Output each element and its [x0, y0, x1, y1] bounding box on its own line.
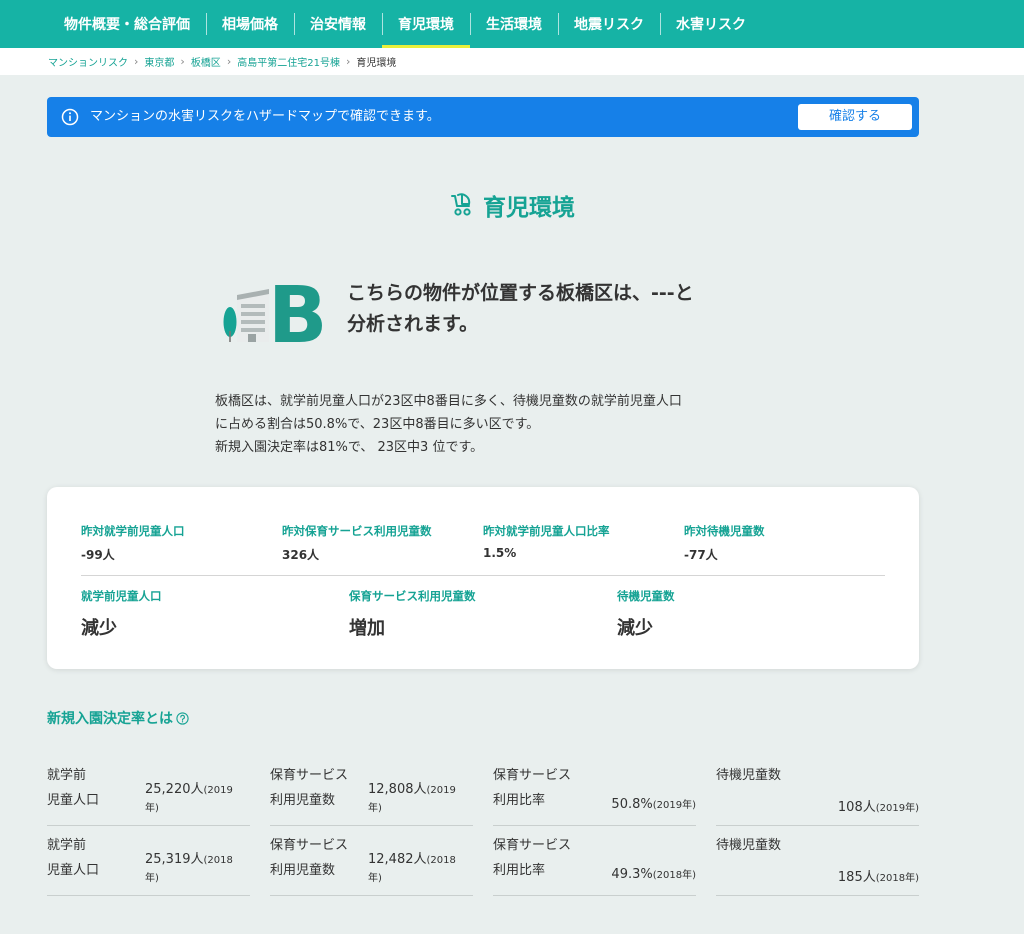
cell-label: 待機児童数 [716, 768, 782, 783]
cell-label: 待機児童数 [716, 838, 782, 853]
breadcrumb-current: 育児環境 [356, 58, 397, 69]
tab-childcare[interactable]: 育児環境 [382, 0, 470, 48]
breadcrumb-item[interactable]: 東京都 [144, 54, 174, 69]
flood-hazard-banner: マンションの水害リスクをハザードマップで確認できます。 確認する [47, 97, 919, 137]
stat-label: 昨対待機児童数 [684, 524, 765, 538]
question-circle-icon[interactable] [176, 711, 189, 725]
cell-label: 保育サービス 利用比率 [493, 838, 572, 878]
cell-value: 25,220人(2019 [145, 782, 233, 797]
stat-label: 昨対就学前児童人口 [81, 524, 185, 538]
cell-year: 年) [368, 873, 382, 884]
building-icon [237, 289, 269, 342]
breadcrumb-item[interactable]: 板橋区 [191, 54, 221, 69]
stat-trend: 減少 [617, 618, 653, 639]
chevron-right-icon: › [226, 55, 232, 68]
chevron-right-icon: › [345, 55, 351, 68]
cell-value: 185人(2018年) [837, 870, 919, 885]
tab-living-environment[interactable]: 生活環境 [470, 0, 558, 48]
grade-illustration: B [223, 275, 327, 345]
data-cell: 待機児童数 185人(2018年) [716, 826, 919, 896]
cell-label: 保育サービス 利用児童数 [270, 768, 349, 808]
acceptance-rate-heading: 新規入園決定率とは [47, 708, 189, 728]
nav-tabs: 物件概要・総合評価 相場価格 治安情報 育児環境 生活環境 地震リスク 水害リス… [48, 0, 762, 48]
cell-year: 年) [145, 803, 159, 814]
stat-trend: 減少 [81, 618, 117, 639]
cell-value: 12,482人(2018 [368, 852, 456, 867]
data-cell: 就学前 児童人口 25,319人(2018 年) [47, 826, 250, 896]
description-line: に占める割合は50.8%で、23区中8番目に多い区です。 [215, 417, 540, 432]
data-cell: 保育サービス 利用比率 50.8%(2019年) [493, 756, 696, 826]
breadcrumb-item[interactable]: 高島平第二住宅21号棟 [237, 54, 340, 69]
stats-card: 昨対就学前児童人口 -99人 昨対保育サービス利用児童数 326人 昨対就学前児… [47, 487, 919, 669]
description-line: 新規入園決定率は81%で、 23区中3 位です。 [215, 440, 484, 455]
data-cell: 保育サービス 利用児童数 12,482人(2018 年) [270, 826, 473, 896]
cell-value: 49.3%(2018年) [611, 867, 696, 882]
cell-label: 就学前 児童人口 [47, 768, 100, 808]
chevron-right-icon: › [134, 55, 139, 68]
confirm-button[interactable]: 確認する [798, 104, 912, 130]
cell-label: 保育サービス 利用児童数 [270, 838, 349, 878]
data-cell: 保育サービス 利用比率 49.3%(2018年) [493, 826, 696, 896]
description: 板橋区は、就学前児童人口が23区中8番目に多く、待機児童数の就学前児童人口 に占… [215, 390, 682, 459]
cell-value: 12,808人(2019 [368, 782, 456, 797]
grade-message-line: こちらの物件が位置する板橋区は、---と [347, 282, 694, 304]
grade-letter: B [268, 275, 327, 345]
stat-trend: 増加 [349, 618, 385, 639]
tab-overview[interactable]: 物件概要・総合評価 [48, 0, 206, 48]
tab-earthquake-risk[interactable]: 地震リスク [558, 0, 660, 48]
grade-message-line: 分析されます。 [347, 313, 479, 335]
stat-value: 1.5% [483, 546, 517, 560]
cell-value: 50.8%(2019年) [611, 797, 696, 812]
section-title: 育児環境 [0, 188, 1024, 222]
top-nav: 物件概要・総合評価 相場価格 治安情報 育児環境 生活環境 地震リスク 水害リス… [0, 0, 1024, 48]
cell-value: 25,319人(2018 [145, 852, 233, 867]
divider [81, 575, 885, 576]
data-cell: 保育サービス 利用児童数 12,808人(2019 年) [270, 756, 473, 826]
stat-value: -77人 [684, 548, 718, 562]
stat-label: 就学前児童人口 [81, 589, 162, 603]
banner-text: マンションの水害リスクをハザードマップで確認できます。 [90, 109, 440, 124]
stat-label: 保育サービス利用児童数 [349, 589, 476, 603]
acceptance-rate-title: 新規入園決定率とは [47, 711, 173, 727]
page-title: 育児環境 [483, 195, 575, 221]
stroller-icon [451, 193, 471, 216]
data-cell: 待機児童数 108人(2019年) [716, 756, 919, 826]
breadcrumb-item[interactable]: マンションリスク [48, 54, 128, 69]
cell-year: 年) [145, 873, 159, 884]
info-icon [61, 108, 79, 126]
tab-market-price[interactable]: 相場価格 [206, 0, 294, 48]
description-line: 板橋区は、就学前児童人口が23区中8番目に多く、待機児童数の就学前児童人口 [215, 394, 682, 409]
cell-label: 保育サービス 利用比率 [493, 768, 572, 808]
stat-label: 昨対保育サービス利用児童数 [282, 524, 432, 538]
stat-value: 326人 [282, 548, 320, 562]
grade-message: こちらの物件が位置する板橋区は、---と 分析されます。 [347, 278, 694, 340]
cell-year: 年) [368, 803, 382, 814]
tab-flood-risk[interactable]: 水害リスク [660, 0, 762, 48]
stat-value: -99人 [81, 548, 115, 562]
cell-label: 就学前 児童人口 [47, 838, 100, 878]
stat-label: 昨対就学前児童人口比率 [483, 524, 610, 538]
breadcrumb: マンションリスク › 東京都 › 板橋区 › 高島平第二住宅21号棟 › 育児環… [0, 48, 1024, 75]
data-cell: 就学前 児童人口 25,220人(2019 年) [47, 756, 250, 826]
chevron-right-icon: › [180, 55, 185, 68]
tab-public-safety[interactable]: 治安情報 [294, 0, 382, 48]
cell-value: 108人(2019年) [837, 800, 919, 815]
stat-label: 待機児童数 [617, 589, 675, 603]
